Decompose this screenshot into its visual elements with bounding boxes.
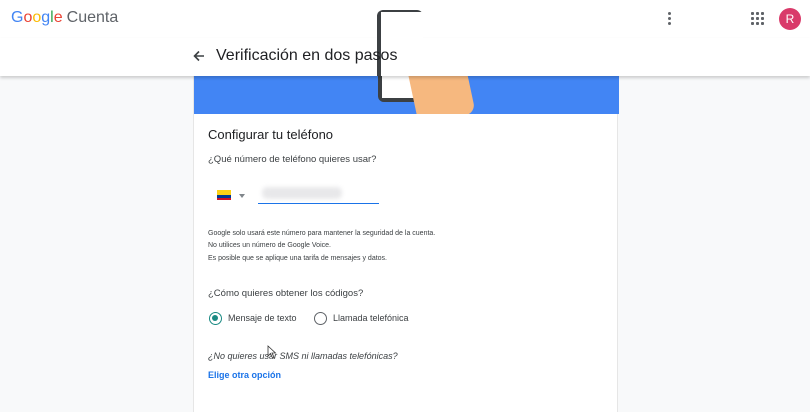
top-bar: Google Cuenta R xyxy=(0,0,810,38)
note-google-voice: No utilices un número de Google Voice. xyxy=(208,242,331,249)
phone-number-input[interactable] xyxy=(258,183,379,204)
more-options-icon[interactable] xyxy=(663,10,675,28)
choose-other-option-link[interactable]: Elige otra opción xyxy=(208,370,281,380)
no-sms-question: ¿No quieres usar SMS ni llamadas telefón… xyxy=(208,351,398,361)
product-name: Cuenta xyxy=(66,9,119,26)
radio-phone-call[interactable] xyxy=(314,312,327,325)
radio-text-message[interactable] xyxy=(209,312,222,325)
page-title: Verificación en dos pasos xyxy=(216,47,398,64)
apps-grid-icon[interactable] xyxy=(750,11,766,27)
google-account-logo[interactable]: Google Cuenta xyxy=(11,9,118,27)
radio-label-text-message[interactable]: Mensaje de texto xyxy=(228,313,297,323)
colombia-flag-icon[interactable] xyxy=(217,190,231,200)
note-security: Google solo usará este número para mante… xyxy=(208,230,436,237)
note-charges: Es posible que se aplique una tarifa de … xyxy=(208,255,388,262)
back-arrow-icon[interactable] xyxy=(191,48,207,64)
radio-label-phone-call[interactable]: Llamada telefónica xyxy=(333,313,409,323)
codes-question: ¿Cómo quieres obtener los códigos? xyxy=(208,288,364,299)
google-wordmark: Google xyxy=(11,9,63,26)
account-avatar[interactable]: R xyxy=(779,8,801,30)
section-title: Configurar tu teléfono xyxy=(208,127,334,142)
phone-question: ¿Qué número de teléfono quieres usar? xyxy=(208,154,377,165)
country-dropdown-icon[interactable] xyxy=(239,194,245,198)
